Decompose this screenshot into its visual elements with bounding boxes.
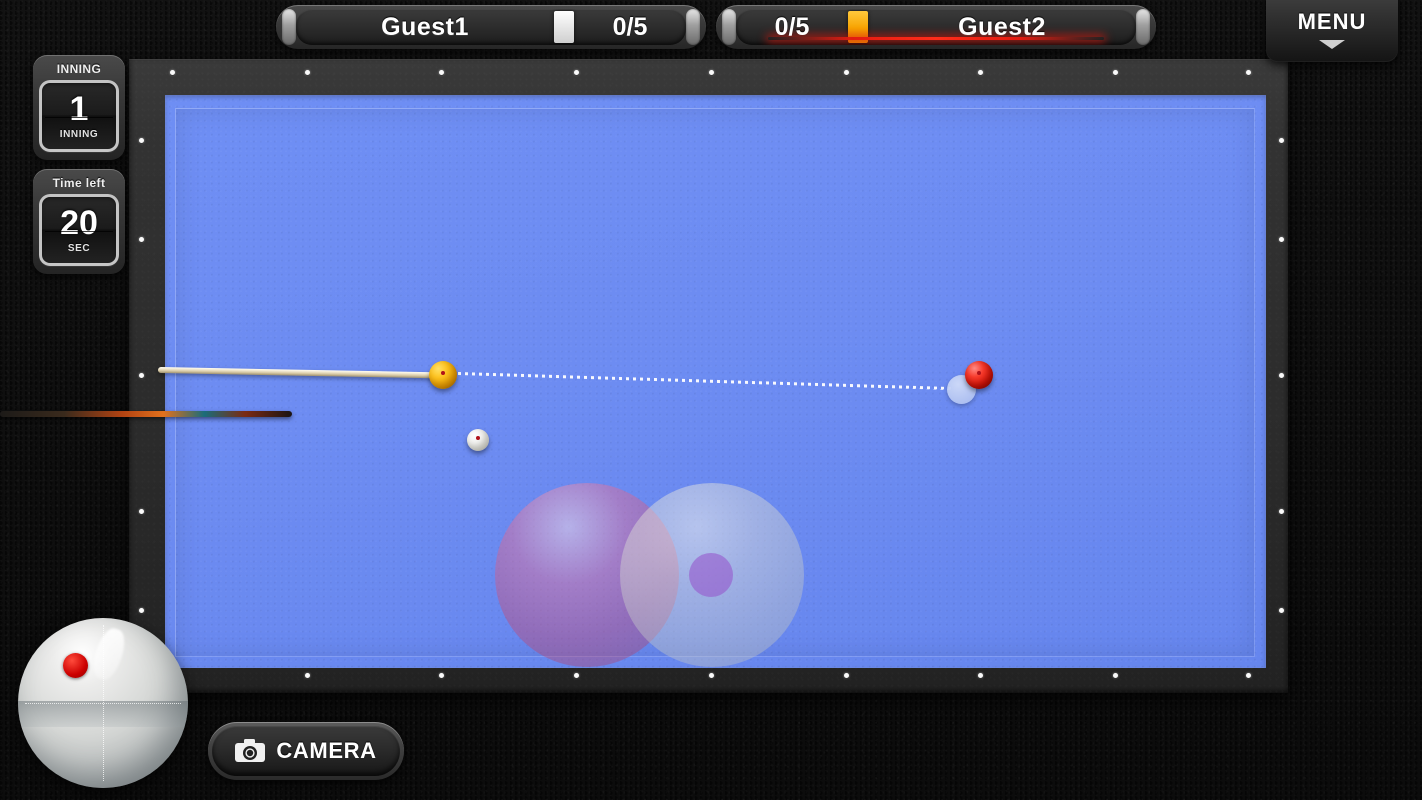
inning-value: 1 (69, 90, 89, 128)
player2-score-pill[interactable]: 0/5 Guest2 (716, 5, 1156, 49)
rail-diamond (170, 70, 175, 75)
object-ball-white[interactable] (467, 429, 489, 451)
time-left-title: Time left (52, 176, 106, 190)
pill-cap-right (686, 9, 700, 45)
rail-diamond (1113, 70, 1118, 75)
inning-unit: INNING (59, 129, 99, 140)
bottom-toolbar: CAMERA STOP FOLLOW (0, 700, 1422, 800)
rail-diamond (139, 509, 144, 514)
rail-diamond (1279, 373, 1284, 378)
rail-diamond (709, 673, 714, 678)
rail-diamond (844, 70, 849, 75)
cue-ball-yellow[interactable] (429, 361, 457, 389)
player1-name: Guest1 (381, 12, 469, 41)
camera-button[interactable]: CAMERA (208, 722, 404, 780)
cue-stick-butt (0, 411, 292, 417)
pill-cap-left (282, 9, 296, 45)
time-left-display: 20 SEC (39, 194, 119, 266)
player2-score: 0/5 (774, 12, 810, 41)
chevron-down-icon (1319, 40, 1345, 49)
rail-diamond (305, 673, 310, 678)
rail-diamond (709, 70, 714, 75)
pill-cap-right (1136, 9, 1150, 45)
rail-diamond (1279, 608, 1284, 613)
rail-diamond (1246, 673, 1251, 678)
camera-label: CAMERA (276, 738, 377, 763)
time-left-panel: Time left 20 SEC (33, 169, 125, 274)
rail-diamond (139, 373, 144, 378)
rail-diamond (139, 608, 144, 613)
rail-diamond (305, 70, 310, 75)
rail-diamond (844, 673, 849, 678)
ball-marker-dot (977, 370, 981, 375)
preview-contact-point (689, 553, 733, 597)
time-left-value: 20 (60, 204, 98, 242)
ball-marker-dot (441, 370, 445, 375)
scoreboard: Guest1 0/5 0/5 Guest2 (0, 0, 1422, 58)
game-screen: Guest1 0/5 0/5 Guest2 MENU INNING 1 INNI… (0, 0, 1422, 800)
player1-ball-chip (554, 11, 574, 43)
inning-panel: INNING 1 INNING (33, 55, 125, 160)
inning-title: INNING (56, 62, 102, 76)
rail-diamond (978, 70, 983, 75)
camera-icon (235, 739, 266, 762)
rail-diamond (1246, 70, 1251, 75)
inning-display: 1 INNING (39, 80, 119, 152)
player1-body: Guest1 0/5 (296, 9, 686, 45)
player2-name: Guest2 (958, 12, 1046, 41)
menu-button[interactable]: MENU (1266, 0, 1398, 62)
rail-diamond (1113, 673, 1118, 678)
billiard-table[interactable] (0, 59, 1288, 693)
object-ball-red[interactable] (965, 361, 993, 389)
rail-diamond (139, 138, 144, 143)
player2-body: 0/5 Guest2 (736, 9, 1136, 45)
spin-ball-highlight (88, 625, 130, 683)
rail-diamond (1279, 138, 1284, 143)
rail-diamond (1279, 509, 1284, 514)
rail-diamond (1279, 237, 1284, 242)
camera-button-inner: CAMERA (212, 726, 400, 776)
rail-diamond (574, 70, 579, 75)
rail-diamond (574, 673, 579, 678)
time-left-unit: SEC (67, 243, 91, 254)
rail-diamond (978, 673, 983, 678)
rail-diamond (439, 70, 444, 75)
ball-marker-dot (476, 436, 480, 441)
player1-score: 0/5 (612, 12, 648, 41)
menu-label: MENU (1297, 9, 1367, 34)
pill-cap-left (722, 9, 736, 45)
player1-score-pill[interactable]: Guest1 0/5 (276, 5, 706, 49)
rail-diamond (139, 237, 144, 242)
spin-position-dot[interactable] (63, 653, 89, 679)
rail-diamond (439, 673, 444, 678)
